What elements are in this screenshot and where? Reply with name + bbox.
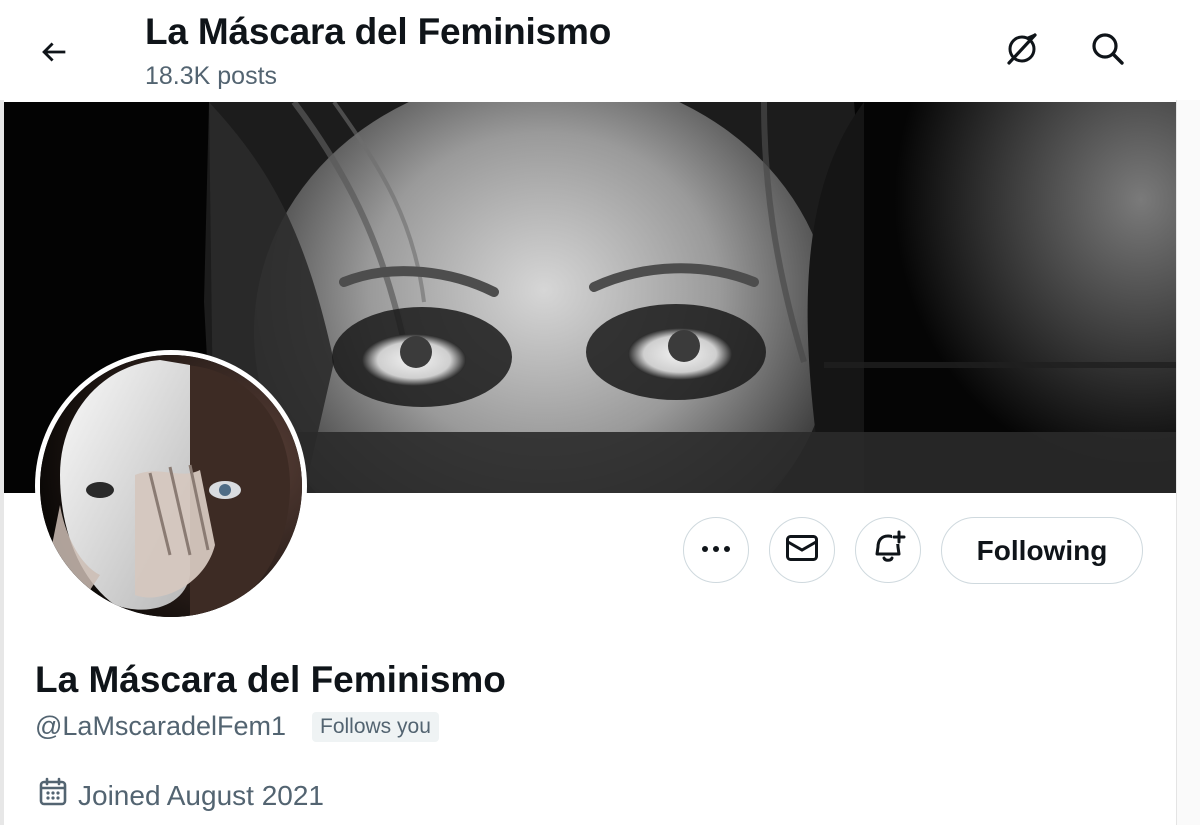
follows-you-badge: Follows you	[312, 712, 439, 742]
avatar-image	[40, 355, 302, 617]
profile-avatar[interactable]	[35, 350, 307, 622]
right-border	[1176, 100, 1200, 825]
more-icon	[701, 541, 731, 559]
profile-header: La Máscara del Feminismo 18.3K posts	[0, 0, 1200, 102]
post-count: 18.3K posts	[145, 62, 278, 90]
envelope-icon	[785, 534, 819, 567]
grok-button[interactable]	[996, 25, 1048, 77]
back-button[interactable]	[30, 30, 78, 78]
back-arrow-icon	[37, 35, 71, 74]
search-icon	[1089, 30, 1127, 73]
calendar-icon	[38, 777, 68, 814]
bell-plus-icon	[870, 529, 906, 571]
grok-icon	[1002, 29, 1042, 74]
search-button[interactable]	[1082, 25, 1134, 77]
joined-text: Joined August 2021	[78, 779, 324, 811]
user-handle: @LaMscaradelFem1	[35, 711, 287, 741]
more-button[interactable]	[683, 517, 749, 583]
message-button[interactable]	[769, 517, 835, 583]
notifications-button[interactable]	[855, 517, 921, 583]
following-button[interactable]: Following	[941, 517, 1143, 584]
joined-date: Joined August 2021	[38, 777, 324, 814]
display-name: La Máscara del Feminismo	[35, 659, 506, 700]
header-title: La Máscara del Feminismo	[145, 11, 612, 52]
